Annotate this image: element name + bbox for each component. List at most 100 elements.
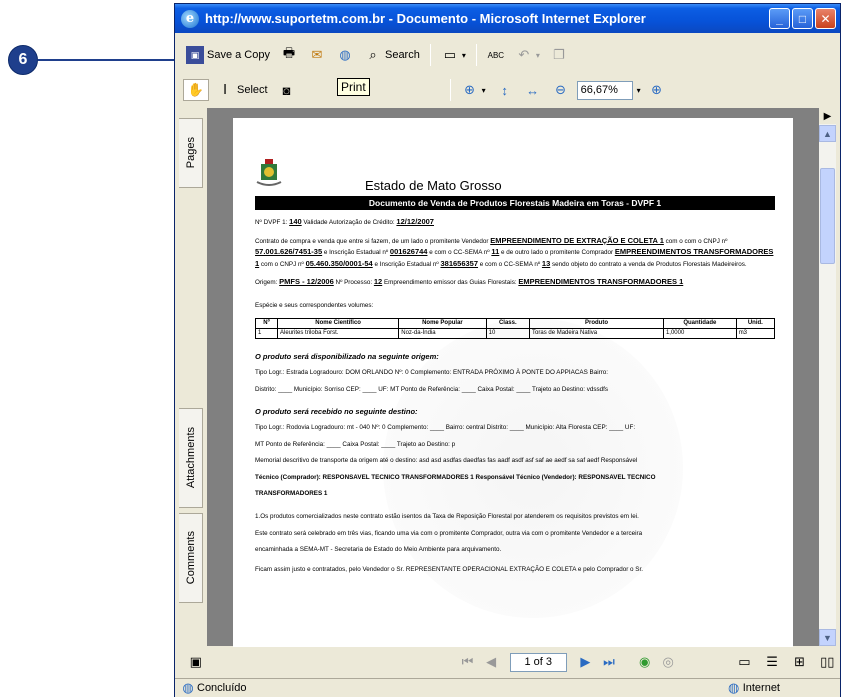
species-label: Espécie e seus correspondentes volumes: bbox=[255, 302, 374, 310]
first-page-button[interactable]: ⏮ bbox=[459, 653, 477, 671]
email-icon: ✉ bbox=[311, 47, 323, 62]
close-button[interactable]: ✕ bbox=[815, 8, 836, 29]
continuous-view-icon[interactable]: ☰ bbox=[763, 653, 781, 671]
search-button[interactable]: ⌕ Search bbox=[361, 44, 423, 66]
callout-badge: 6 bbox=[8, 45, 38, 75]
table-header-cell: Produto bbox=[529, 317, 664, 329]
hand-tool-button[interactable]: ✋ bbox=[183, 79, 209, 101]
table-header-cell: Class. bbox=[485, 317, 531, 329]
table-cell: Toras de Madeira Nativa bbox=[529, 327, 664, 339]
zoom-in-tool-button[interactable]: ⊕ ▾ bbox=[458, 79, 489, 101]
ie-logo-icon: e bbox=[181, 9, 199, 28]
destination-address-2: MT Ponto de Referência: ____ Caixa Posta… bbox=[255, 440, 456, 448]
page-number-field[interactable]: 1 of 3 bbox=[509, 652, 567, 672]
web-button[interactable]: ◍ bbox=[333, 44, 357, 66]
page-navigation-bar: ▣ ⏮ ◀ 1 of 3 ▶ ⏭ ◉ ◎ ▭ ☰ ⊞ ▯▯ bbox=[179, 647, 836, 677]
table-header-cell: Nome Científico bbox=[277, 317, 400, 329]
pane-toggle-icon[interactable]: ▣ bbox=[187, 653, 205, 671]
clause-3: encaminhada a SEMA-MT - Secretaria de Es… bbox=[255, 546, 502, 554]
fit-width-button[interactable]: ↔ bbox=[521, 79, 545, 101]
origin-address-1: Tipo Logr.: Estrada Logradouro: DOM ORLA… bbox=[255, 369, 609, 377]
zoom-in-icon: ⊕ bbox=[651, 82, 663, 97]
zoom-in-button[interactable]: ⊕ bbox=[645, 79, 669, 101]
copy-button[interactable]: ❐ bbox=[547, 44, 571, 66]
minimize-button[interactable]: _ bbox=[769, 8, 790, 29]
go-back-button[interactable]: ◉ bbox=[636, 653, 654, 671]
contract-paragraph: Contrato de compra e venda que entre si … bbox=[255, 235, 774, 268]
destination-address-1: Tipo Logr.: Rodovia Logradouro: mt - 040… bbox=[255, 424, 636, 432]
doc-title: Estado de Mato Grosso bbox=[365, 178, 502, 193]
scroll-thumb[interactable] bbox=[820, 168, 835, 264]
print-button[interactable]: 🖶 bbox=[277, 44, 301, 66]
single-page-view-icon[interactable]: ▭ bbox=[736, 653, 754, 671]
vertical-scrollbar[interactable]: ▲ ▼ bbox=[819, 108, 836, 646]
origin-line: Origem: PMFS - 12/2006 Nº Processo: 12 E… bbox=[255, 277, 684, 286]
fit-width-icon: ↔ bbox=[526, 82, 540, 98]
table-cell: m3 bbox=[735, 327, 776, 339]
tab-pages[interactable]: Pages bbox=[179, 118, 203, 188]
copy-icon: ❐ bbox=[553, 47, 565, 62]
next-page-button[interactable]: ▶ bbox=[577, 653, 595, 671]
continuous-facing-view-icon[interactable]: ⊞ bbox=[791, 653, 809, 671]
tab-comments-label: Comments bbox=[184, 531, 197, 585]
fit-page-button[interactable]: ↕ bbox=[493, 79, 517, 101]
document-content: Estado de Mato Grosso Documento de Venda… bbox=[254, 158, 776, 581]
closing-line: Ficam assim justo e contratados, pelo Ve… bbox=[255, 565, 643, 573]
navigation-pane: Pages Attachments Comments bbox=[179, 108, 203, 646]
status-bar: ◍ Concluído ◍ Internet bbox=[175, 678, 840, 697]
magnifier-icon: ⊕ bbox=[464, 82, 476, 97]
search-label: Search bbox=[384, 49, 420, 61]
save-copy-button[interactable]: ▣ Save a Copy bbox=[183, 44, 273, 66]
select-label: Select bbox=[237, 84, 268, 96]
table-cell: Noz-da-Índia bbox=[398, 327, 487, 339]
view-toolbar: ✋ Ⅰ Select ◙ ⊕ ▾ ↕ ↔ ⊖ 66,67% ▾ ⊕ bbox=[179, 75, 836, 105]
pane-menu-arrow-icon[interactable]: ▶ bbox=[819, 108, 836, 124]
printer-icon: 🖶 bbox=[282, 45, 296, 60]
acrobat-toolbar: ▣ Save a Copy 🖶 ✉ ◍ ⌕ Search ▭ ▾ ABC ↶ ▾ ❐ bbox=[179, 40, 836, 70]
table-header-cell: Unid. bbox=[735, 317, 776, 329]
tab-pages-label: Pages bbox=[184, 137, 197, 169]
status-text: Concluído bbox=[197, 682, 247, 694]
binoculars-icon: ⌕ bbox=[369, 47, 377, 62]
technician-line: Técnico (Comprador): RESPONSAVEL TECNICO… bbox=[255, 473, 656, 481]
scroll-up-arrow[interactable]: ▲ bbox=[819, 125, 836, 142]
select-tool-button[interactable]: Ⅰ Select bbox=[213, 79, 271, 101]
zone-text: Internet bbox=[742, 682, 780, 694]
floppy-disk-icon: ▣ bbox=[186, 46, 204, 64]
origin-section-title: O produto será disponibilizado na seguin… bbox=[255, 351, 439, 361]
page-tools-button[interactable]: ▭ ▾ bbox=[438, 44, 469, 66]
separator bbox=[429, 44, 431, 66]
previous-page-button[interactable]: ◀ bbox=[482, 653, 500, 671]
print-tooltip: Print bbox=[337, 78, 370, 96]
last-page-button[interactable]: ⏭ bbox=[600, 653, 618, 671]
globe-icon: ◍ bbox=[339, 47, 351, 62]
table-header-cell: Nome Popular bbox=[398, 317, 487, 329]
go-forward-button[interactable]: ◎ bbox=[659, 653, 677, 671]
pdf-page: Estado de Mato Grosso Documento de Venda… bbox=[233, 118, 793, 658]
tab-comments[interactable]: Comments bbox=[179, 513, 203, 603]
zoom-out-button[interactable]: ⊖ bbox=[549, 79, 573, 101]
undo-button[interactable]: ↶ ▾ bbox=[512, 44, 543, 66]
technician-line-2: TRANSFORMADORES 1 bbox=[255, 490, 328, 497]
separator bbox=[449, 79, 451, 101]
zoom-level-field[interactable]: 66,67% bbox=[576, 80, 633, 100]
table-cell: 1 bbox=[254, 327, 279, 339]
fit-page-icon: ↕ bbox=[501, 82, 508, 98]
destination-section-title: O produto será recebido no seguinte dest… bbox=[255, 407, 418, 416]
snapshot-button[interactable]: ◙ bbox=[275, 79, 299, 101]
email-button[interactable]: ✉ bbox=[305, 44, 329, 66]
species-table: Nº Nome Científico Nome Popular Class. Produ… bbox=[254, 317, 776, 339]
tab-attachments[interactable]: Attachments bbox=[179, 408, 203, 508]
table-cell: Aleurites triloba Forst. bbox=[277, 327, 400, 339]
maximize-button[interactable]: □ bbox=[792, 8, 813, 29]
separator bbox=[475, 44, 477, 66]
zoom-dropdown-arrow[interactable]: ▾ bbox=[637, 86, 641, 95]
facing-view-icon[interactable]: ▯▯ bbox=[818, 653, 836, 671]
doc-banner: Documento de Venda de Produtos Florestai… bbox=[255, 195, 775, 211]
spellcheck-icon: ABC bbox=[487, 50, 505, 60]
document-viewport[interactable]: Estado de Mato Grosso Documento de Venda… bbox=[207, 108, 819, 658]
spellcheck-button[interactable]: ABC bbox=[484, 44, 508, 66]
table-cell: 1,0000 bbox=[662, 327, 737, 339]
title-bar: e http://www.suportetm.com.br - Document… bbox=[175, 4, 840, 33]
scroll-down-arrow[interactable]: ▼ bbox=[819, 629, 836, 646]
